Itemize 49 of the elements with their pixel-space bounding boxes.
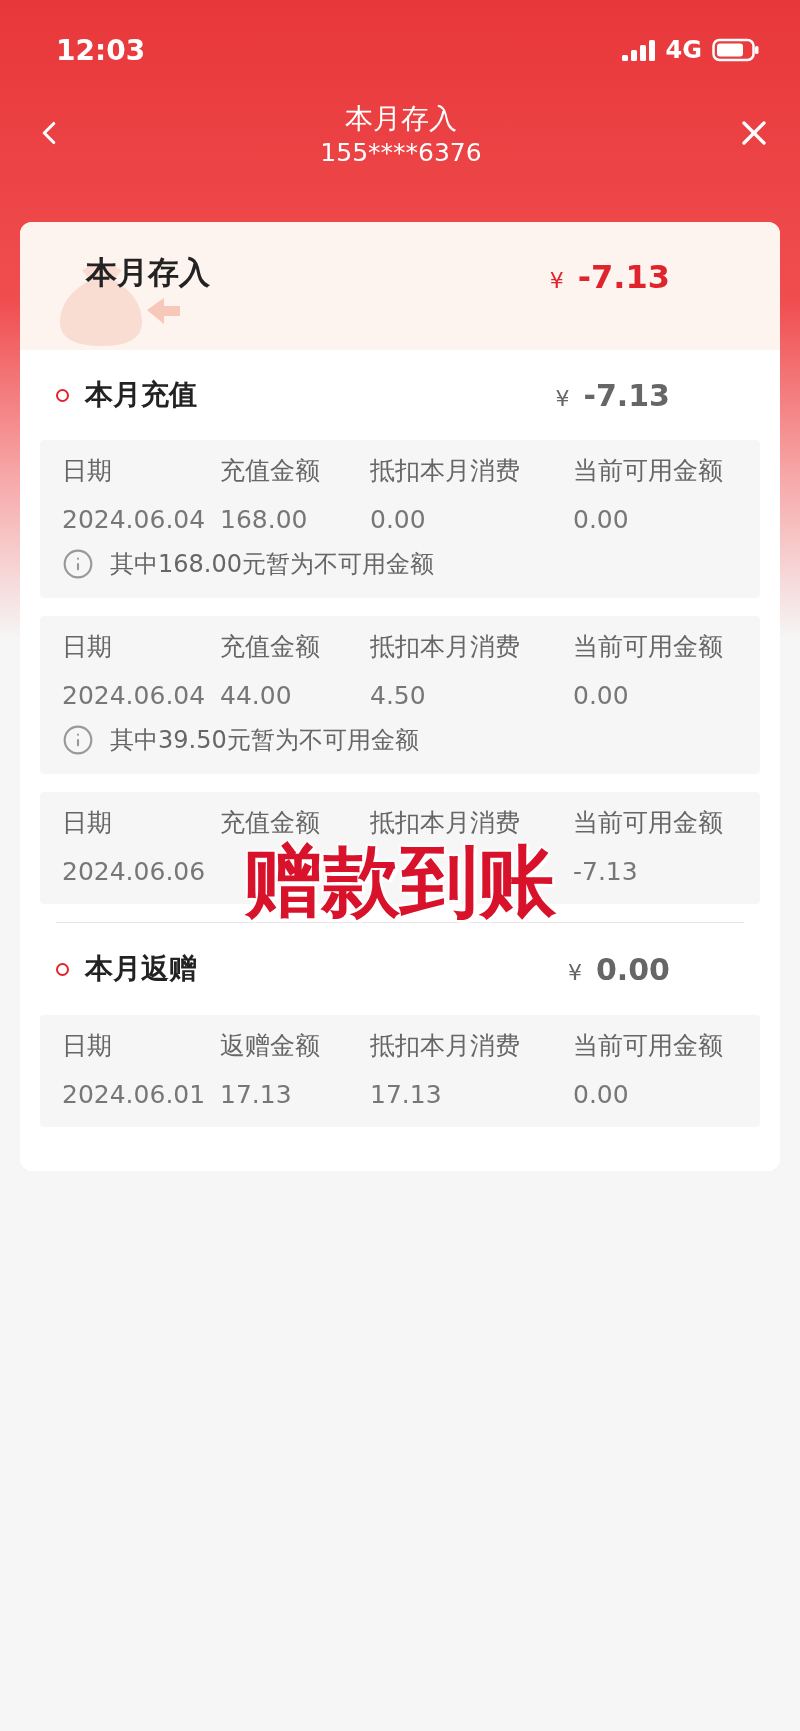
info-icon xyxy=(62,724,94,756)
battery-icon xyxy=(712,38,760,62)
table-cell-text: 2024.06.06 xyxy=(62,857,207,886)
table-cell-text: 2024.06.04 xyxy=(62,681,207,710)
column-header: 当前可用金额 xyxy=(573,631,724,663)
network-label: 4G xyxy=(665,36,702,64)
note-text: 其中39.50元暂为不可用金额 xyxy=(110,725,419,756)
signal-icon xyxy=(621,39,656,61)
table-cell-text: -7.13 xyxy=(573,857,639,886)
currency-symbol: ¥ xyxy=(549,268,564,293)
column-header: 抵扣本月消费 xyxy=(370,631,521,663)
bullet-icon xyxy=(56,388,69,402)
note-text: 其中168.00元暂为不可用金额 xyxy=(110,549,434,580)
table-cell-text: 44.00 xyxy=(220,681,293,710)
section-title: 本月充值 xyxy=(85,377,197,413)
column-header: 充值金额 xyxy=(220,631,321,663)
column-header: 充值金额 xyxy=(220,455,321,487)
column-header: 当前可用金额 xyxy=(573,807,724,839)
column-header: 返赠金额 xyxy=(220,1030,321,1062)
column-header: 当前可用金额 xyxy=(573,1030,724,1062)
column-header: 日期 xyxy=(62,807,113,839)
summary-amount: -7.13 xyxy=(577,258,670,296)
section-amount: 0.00 xyxy=(595,951,670,987)
table-cell-text: 2024.06.04 xyxy=(62,505,207,534)
column-header: 日期 xyxy=(62,455,113,487)
column-header: 日期 xyxy=(62,1030,113,1062)
bullet-icon xyxy=(56,962,69,976)
table-cell-text: 168.00 xyxy=(220,505,309,534)
table-cell-text: 0.00 xyxy=(573,1080,630,1109)
column-header: 当前可用金额 xyxy=(573,455,724,487)
summary-title: 本月存入 xyxy=(86,253,210,292)
page-title: 本月存入 xyxy=(345,100,457,137)
phone-number: 155****6376 xyxy=(320,137,482,167)
column-header: 抵扣本月消费 xyxy=(370,455,521,487)
currency-symbol: ¥ xyxy=(555,385,570,411)
table-cell-text: 0.00 xyxy=(573,681,630,710)
table-cell-text: 0.00 xyxy=(573,505,630,534)
table-cell-text: 17.13 xyxy=(220,1080,293,1109)
currency-symbol: ¥ xyxy=(567,959,582,985)
table-cell-text: 4.50 xyxy=(370,681,427,710)
column-header: 抵扣本月消费 xyxy=(370,1030,521,1062)
section-amount: -7.13 xyxy=(583,377,670,413)
section-title: 本月返赠 xyxy=(85,951,197,987)
table-cell-text: 17.13 xyxy=(370,1080,443,1109)
column-header: 日期 xyxy=(62,631,113,663)
table-cell-text: 2024.06.01 xyxy=(62,1080,207,1109)
info-icon xyxy=(62,548,94,580)
status-time: 12:03 xyxy=(56,33,146,67)
table-cell-text: 0.00 xyxy=(370,505,427,534)
